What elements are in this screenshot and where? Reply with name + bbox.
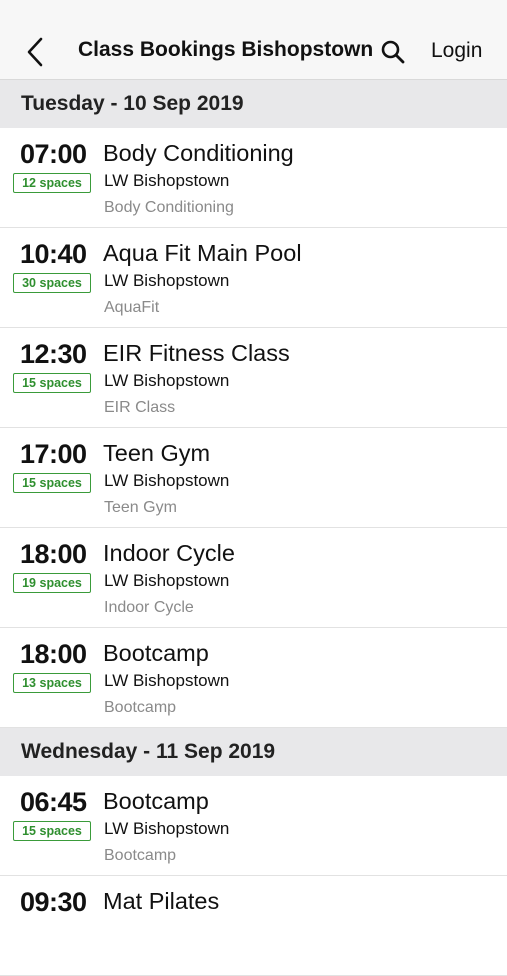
class-location: LW Bishopstown (104, 819, 230, 838)
class-list: Tuesday - 10 Sep 2019 07:00 12 spaces Bo… (0, 80, 507, 976)
back-chevron-icon[interactable] (24, 36, 48, 68)
class-row[interactable]: 12:30 15 spaces EIR Fitness Class LW Bis… (0, 328, 507, 428)
class-location: LW Bishopstown (104, 271, 230, 290)
class-time: 07:00 (20, 139, 87, 169)
class-location: LW Bishopstown (104, 571, 230, 590)
class-row[interactable]: 09:30 Mat Pilates (0, 876, 507, 976)
class-category: Bootcamp (104, 699, 177, 716)
class-name: Mat Pilates (103, 888, 220, 914)
class-time: 18:00 (20, 639, 87, 669)
class-category: Teen Gym (104, 499, 177, 516)
spaces-badge: 15 spaces (13, 473, 91, 493)
spaces-badge: 19 spaces (13, 573, 91, 593)
search-icon[interactable] (380, 39, 406, 65)
class-name: EIR Fitness Class (103, 340, 290, 366)
spaces-badge: 30 spaces (13, 273, 91, 293)
class-category: AquaFit (104, 299, 160, 316)
class-time: 06:45 (20, 787, 87, 817)
class-category: EIR Class (104, 399, 176, 416)
spaces-badge: 15 spaces (13, 373, 91, 393)
navigation-bar: Class Bookings Bishopstown Login (0, 0, 507, 80)
class-name: Indoor Cycle (103, 540, 235, 566)
class-name: Aqua Fit Main Pool (103, 240, 302, 266)
spaces-badge: 13 spaces (13, 673, 91, 693)
class-row[interactable]: 18:00 19 spaces Indoor Cycle LW Bishopst… (0, 528, 507, 628)
day-header: Tuesday - 10 Sep 2019 (0, 80, 507, 128)
class-location: LW Bishopstown (104, 671, 230, 690)
class-location: LW Bishopstown (104, 371, 230, 390)
class-time: 10:40 (20, 239, 87, 269)
class-name: Teen Gym (103, 440, 211, 466)
spaces-badge: 12 spaces (13, 173, 91, 193)
day-header: Wednesday - 11 Sep 2019 (0, 728, 507, 776)
class-name: Bootcamp (103, 640, 209, 666)
class-row[interactable]: 06:45 15 spaces Bootcamp LW Bishopstown … (0, 776, 507, 876)
class-row[interactable]: 07:00 12 spaces Body Conditioning LW Bis… (0, 128, 507, 228)
class-row[interactable]: 18:00 13 spaces Bootcamp LW Bishopstown … (0, 628, 507, 728)
class-name: Bootcamp (103, 788, 209, 814)
page-title: Class Bookings Bishopstown (78, 38, 374, 61)
class-row[interactable]: 10:40 30 spaces Aqua Fit Main Pool LW Bi… (0, 228, 507, 328)
class-category: Indoor Cycle (104, 599, 194, 616)
class-location: LW Bishopstown (104, 471, 230, 490)
class-row[interactable]: 17:00 15 spaces Teen Gym LW Bishopstown … (0, 428, 507, 528)
login-button[interactable]: Login (431, 39, 482, 63)
class-category: Bootcamp (104, 847, 177, 864)
class-location: LW Bishopstown (104, 171, 230, 190)
spaces-badge: 15 spaces (13, 821, 91, 841)
class-time: 12:30 (20, 339, 87, 369)
class-category: Body Conditioning (104, 199, 234, 216)
class-time: 09:30 (20, 887, 87, 917)
class-time: 18:00 (20, 539, 87, 569)
class-name: Body Conditioning (103, 140, 294, 166)
class-time: 17:00 (20, 439, 87, 469)
